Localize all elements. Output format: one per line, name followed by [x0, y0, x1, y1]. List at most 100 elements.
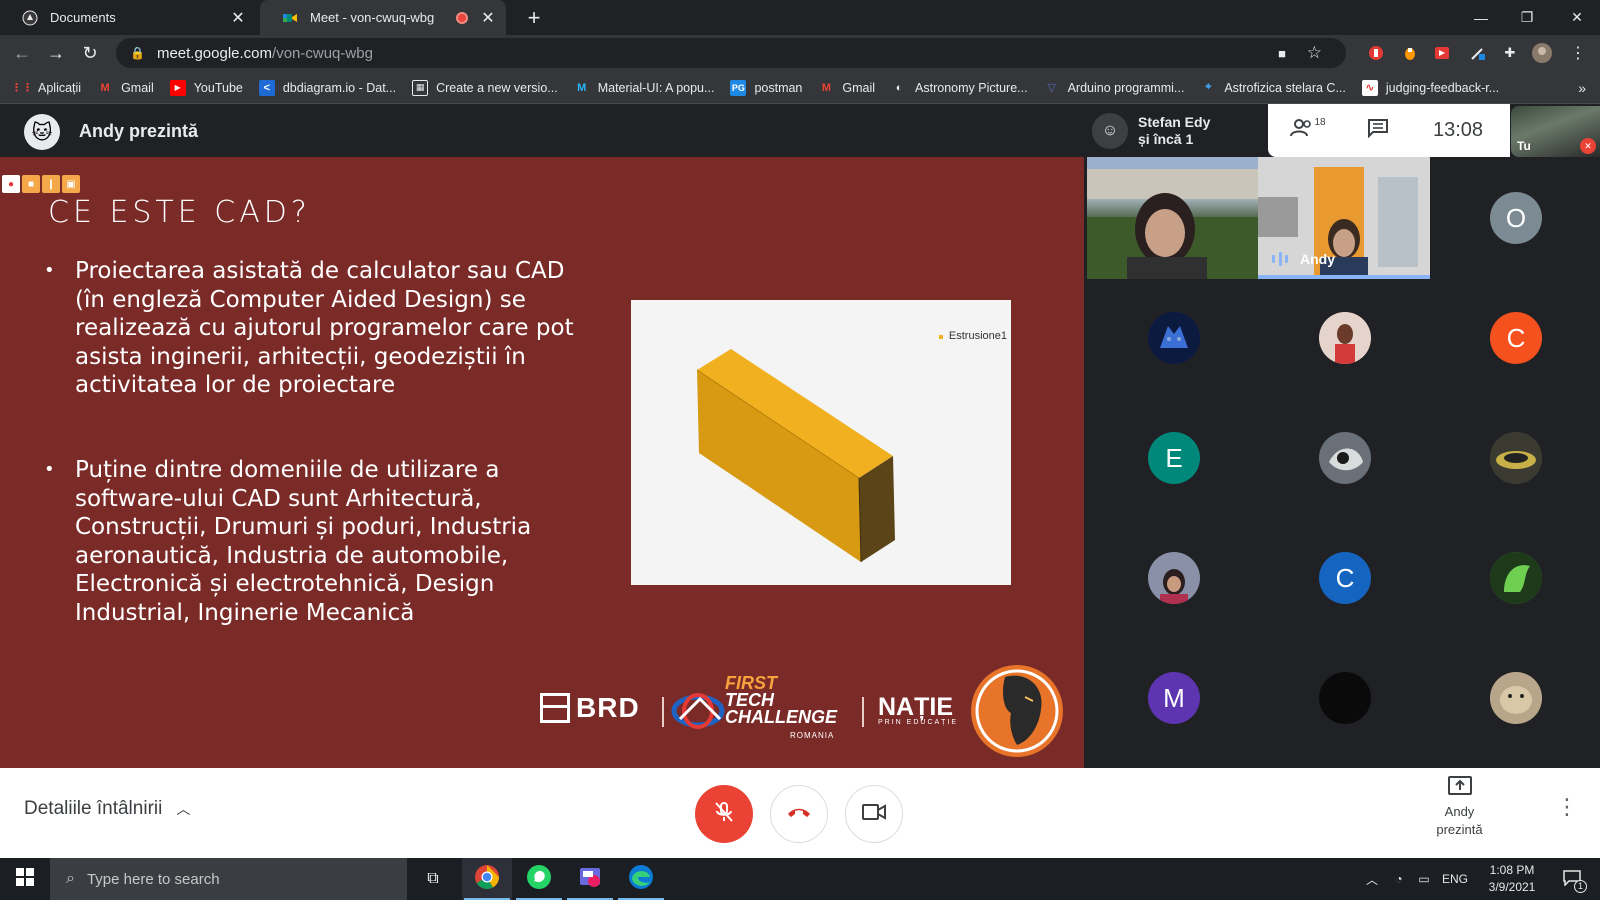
windows-start-button[interactable] [0, 858, 50, 900]
astro-icon: ⌖ [1205, 81, 1212, 93]
taskbar-snipping-tool[interactable] [565, 858, 615, 900]
profile-avatar-icon[interactable] [1532, 43, 1552, 63]
new-tab-button[interactable]: + [520, 4, 548, 32]
input-language[interactable]: ENG [1438, 858, 1472, 900]
browser-menu-icon[interactable]: ⋮ [1568, 43, 1588, 63]
calendar-icon: ▦ [412, 79, 429, 96]
reload-icon[interactable]: ↻ [76, 39, 104, 67]
more-options-icon[interactable]: ⋮ [1556, 794, 1578, 820]
participant-avatar[interactable]: O [1490, 192, 1542, 244]
bookmark-material-ui[interactable]: M Material-UI: A popu... [574, 80, 714, 96]
bookmark-dbdiagram[interactable]: < dbdiagram.io - Dat... [258, 79, 396, 96]
tab-title: Meet - von-cwuq-wbg [310, 10, 435, 25]
camera-in-use-icon[interactable]: ■ [1278, 46, 1286, 61]
extension-orange-icon[interactable] [1400, 43, 1420, 63]
mic-tool-icon[interactable]: ❙ [42, 175, 60, 193]
participant-avatar[interactable] [1319, 312, 1371, 364]
bookmark-youtube[interactable]: ▶ YouTube [169, 79, 243, 96]
taskbar-edge[interactable] [616, 858, 666, 900]
slide-title: CE ESTE CAD? [48, 195, 311, 230]
restore-window-icon[interactable]: ❐ [1504, 0, 1550, 35]
address-bar[interactable]: 🔒 meet.google.com/von-cwuq-wbg ■ ☆ [116, 38, 1346, 68]
meet-controls-bar: Detaliile întâlnirii ︿ Andy prezintă ⋮ [0, 768, 1600, 858]
participant-video-tile[interactable] [1087, 157, 1258, 279]
taskbar-clock[interactable]: 1:08 PM 3/9/2021 [1474, 862, 1550, 896]
search-icon: ⌕ [66, 870, 75, 887]
clock-date: 3/9/2021 [1488, 880, 1536, 894]
task-view-button[interactable]: ⧉ [408, 858, 458, 900]
present-line-2: prezintă [1436, 822, 1483, 837]
close-tab-icon[interactable]: ✕ [230, 10, 246, 27]
close-tab-icon[interactable]: ✕ [480, 10, 496, 27]
extension-pen-icon[interactable] [1468, 43, 1488, 63]
bookmark-star-icon[interactable]: ☆ [1307, 43, 1322, 63]
participant-avatar[interactable]: C [1319, 552, 1371, 604]
bookmark-judging[interactable]: ∿ judging-feedback-r... [1361, 79, 1499, 96]
bookmark-gmail-2[interactable]: M Gmail [818, 80, 875, 96]
close-window-icon[interactable]: ✕ [1554, 0, 1600, 35]
phone-hangup-icon [786, 805, 812, 824]
action-center-button[interactable]: 1 [1552, 858, 1592, 900]
camera-tool-icon[interactable]: ■ [22, 175, 40, 193]
record-tool-icon[interactable]: ● [2, 175, 20, 193]
sponsor-logos: BRD FIRST TECH CHALLENGE ROMANIA NAȚIE P… [540, 657, 1070, 757]
meeting-clock: 13:08 [1432, 119, 1484, 141]
present-screen-icon [1447, 776, 1472, 803]
participant-avatar[interactable] [1490, 432, 1542, 484]
leave-call-button[interactable] [770, 785, 828, 843]
bookmark-create-version[interactable]: ▦ Create a new versio... [412, 79, 558, 96]
participant-avatar[interactable]: M [1148, 672, 1200, 724]
browser-tab-strip: Documents ✕ Meet - von-cwuq-wbg ✕ + — ❐ … [0, 0, 1600, 35]
battery-icon[interactable]: ▭ [1413, 858, 1435, 900]
postman-icon: PG [730, 79, 747, 96]
bookmark-astrofizica[interactable]: ⌖ Astrofizica stelara C... [1200, 80, 1346, 96]
self-video-thumbnail[interactable]: Tu ✕ [1511, 106, 1600, 157]
speaker-name: Stefan Edy [1138, 114, 1211, 130]
participant-avatar[interactable]: C [1490, 312, 1542, 364]
presentation-status-button[interactable]: Andy prezintă [1412, 776, 1507, 852]
gmail-icon: M [821, 81, 831, 94]
tray-chevron-up-icon[interactable]: ︿ [1360, 858, 1384, 900]
network-icon[interactable]: ◔ [1388, 858, 1410, 900]
taskbar-search-box[interactable]: ⌕ Type here to search [50, 858, 407, 900]
participant-avatar[interactable] [1148, 312, 1200, 364]
participant-avatar[interactable] [1319, 432, 1371, 484]
taskbar-whatsapp[interactable] [514, 858, 564, 900]
chrome-icon [474, 864, 500, 895]
extension-red-icon[interactable] [1366, 43, 1386, 63]
forward-arrow-icon[interactable]: → [42, 39, 70, 67]
participant-avatar[interactable]: E [1148, 432, 1200, 484]
meeting-details-button[interactable]: Detaliile întâlnirii ︿ [24, 798, 190, 820]
bookmark-apps[interactable]: ⋮⋮ Aplicații [11, 80, 81, 96]
participant-avatar[interactable] [1319, 672, 1371, 724]
browser-toolbar: ← → ↻ 🔒 meet.google.com/von-cwuq-wbg ■ ☆… [0, 35, 1600, 72]
google-meet-icon [282, 10, 298, 26]
microphone-toggle-button[interactable] [695, 785, 753, 843]
participant-grid: Andy O C E C M [1084, 157, 1600, 768]
participant-avatar[interactable] [1148, 552, 1200, 604]
mic-off-icon [712, 800, 736, 829]
screen-tool-icon[interactable]: ▣ [62, 175, 80, 193]
taskbar-chrome[interactable] [462, 858, 512, 900]
url-path: /von-cwuq-wbg [272, 44, 373, 62]
back-arrow-icon[interactable]: ← [8, 39, 36, 67]
bookmark-gmail[interactable]: M Gmail [97, 80, 153, 96]
participant-avatar[interactable] [1490, 552, 1542, 604]
participant-video-tile-andy[interactable]: Andy [1258, 157, 1430, 279]
bookmark-postman[interactable]: PG postman [730, 79, 802, 96]
chat-button[interactable] [1348, 104, 1408, 157]
participants-button[interactable]: 18 [1268, 104, 1348, 157]
extensions-puzzle-icon[interactable]: ✚ [1500, 43, 1520, 63]
speaking-indicator-icon [1272, 251, 1288, 267]
muted-mic-icon: ✕ [1580, 138, 1596, 154]
bookmark-arduino[interactable]: ▽ Arduino programmi... [1044, 80, 1184, 96]
camera-toggle-button[interactable] [845, 785, 903, 843]
participant-avatar[interactable] [1490, 672, 1542, 724]
present-line-1: Andy [1444, 804, 1475, 819]
minimize-window-icon[interactable]: — [1458, 0, 1504, 35]
bookmark-astronomy[interactable]: ◐ Astronomy Picture... [891, 80, 1028, 96]
tab-meet[interactable]: Meet - von-cwuq-wbg ✕ [260, 0, 506, 35]
extension-record-icon[interactable] [1432, 43, 1452, 63]
tab-documents[interactable]: Documents ✕ [0, 0, 256, 35]
bookmarks-overflow-icon[interactable]: » [1578, 72, 1586, 104]
